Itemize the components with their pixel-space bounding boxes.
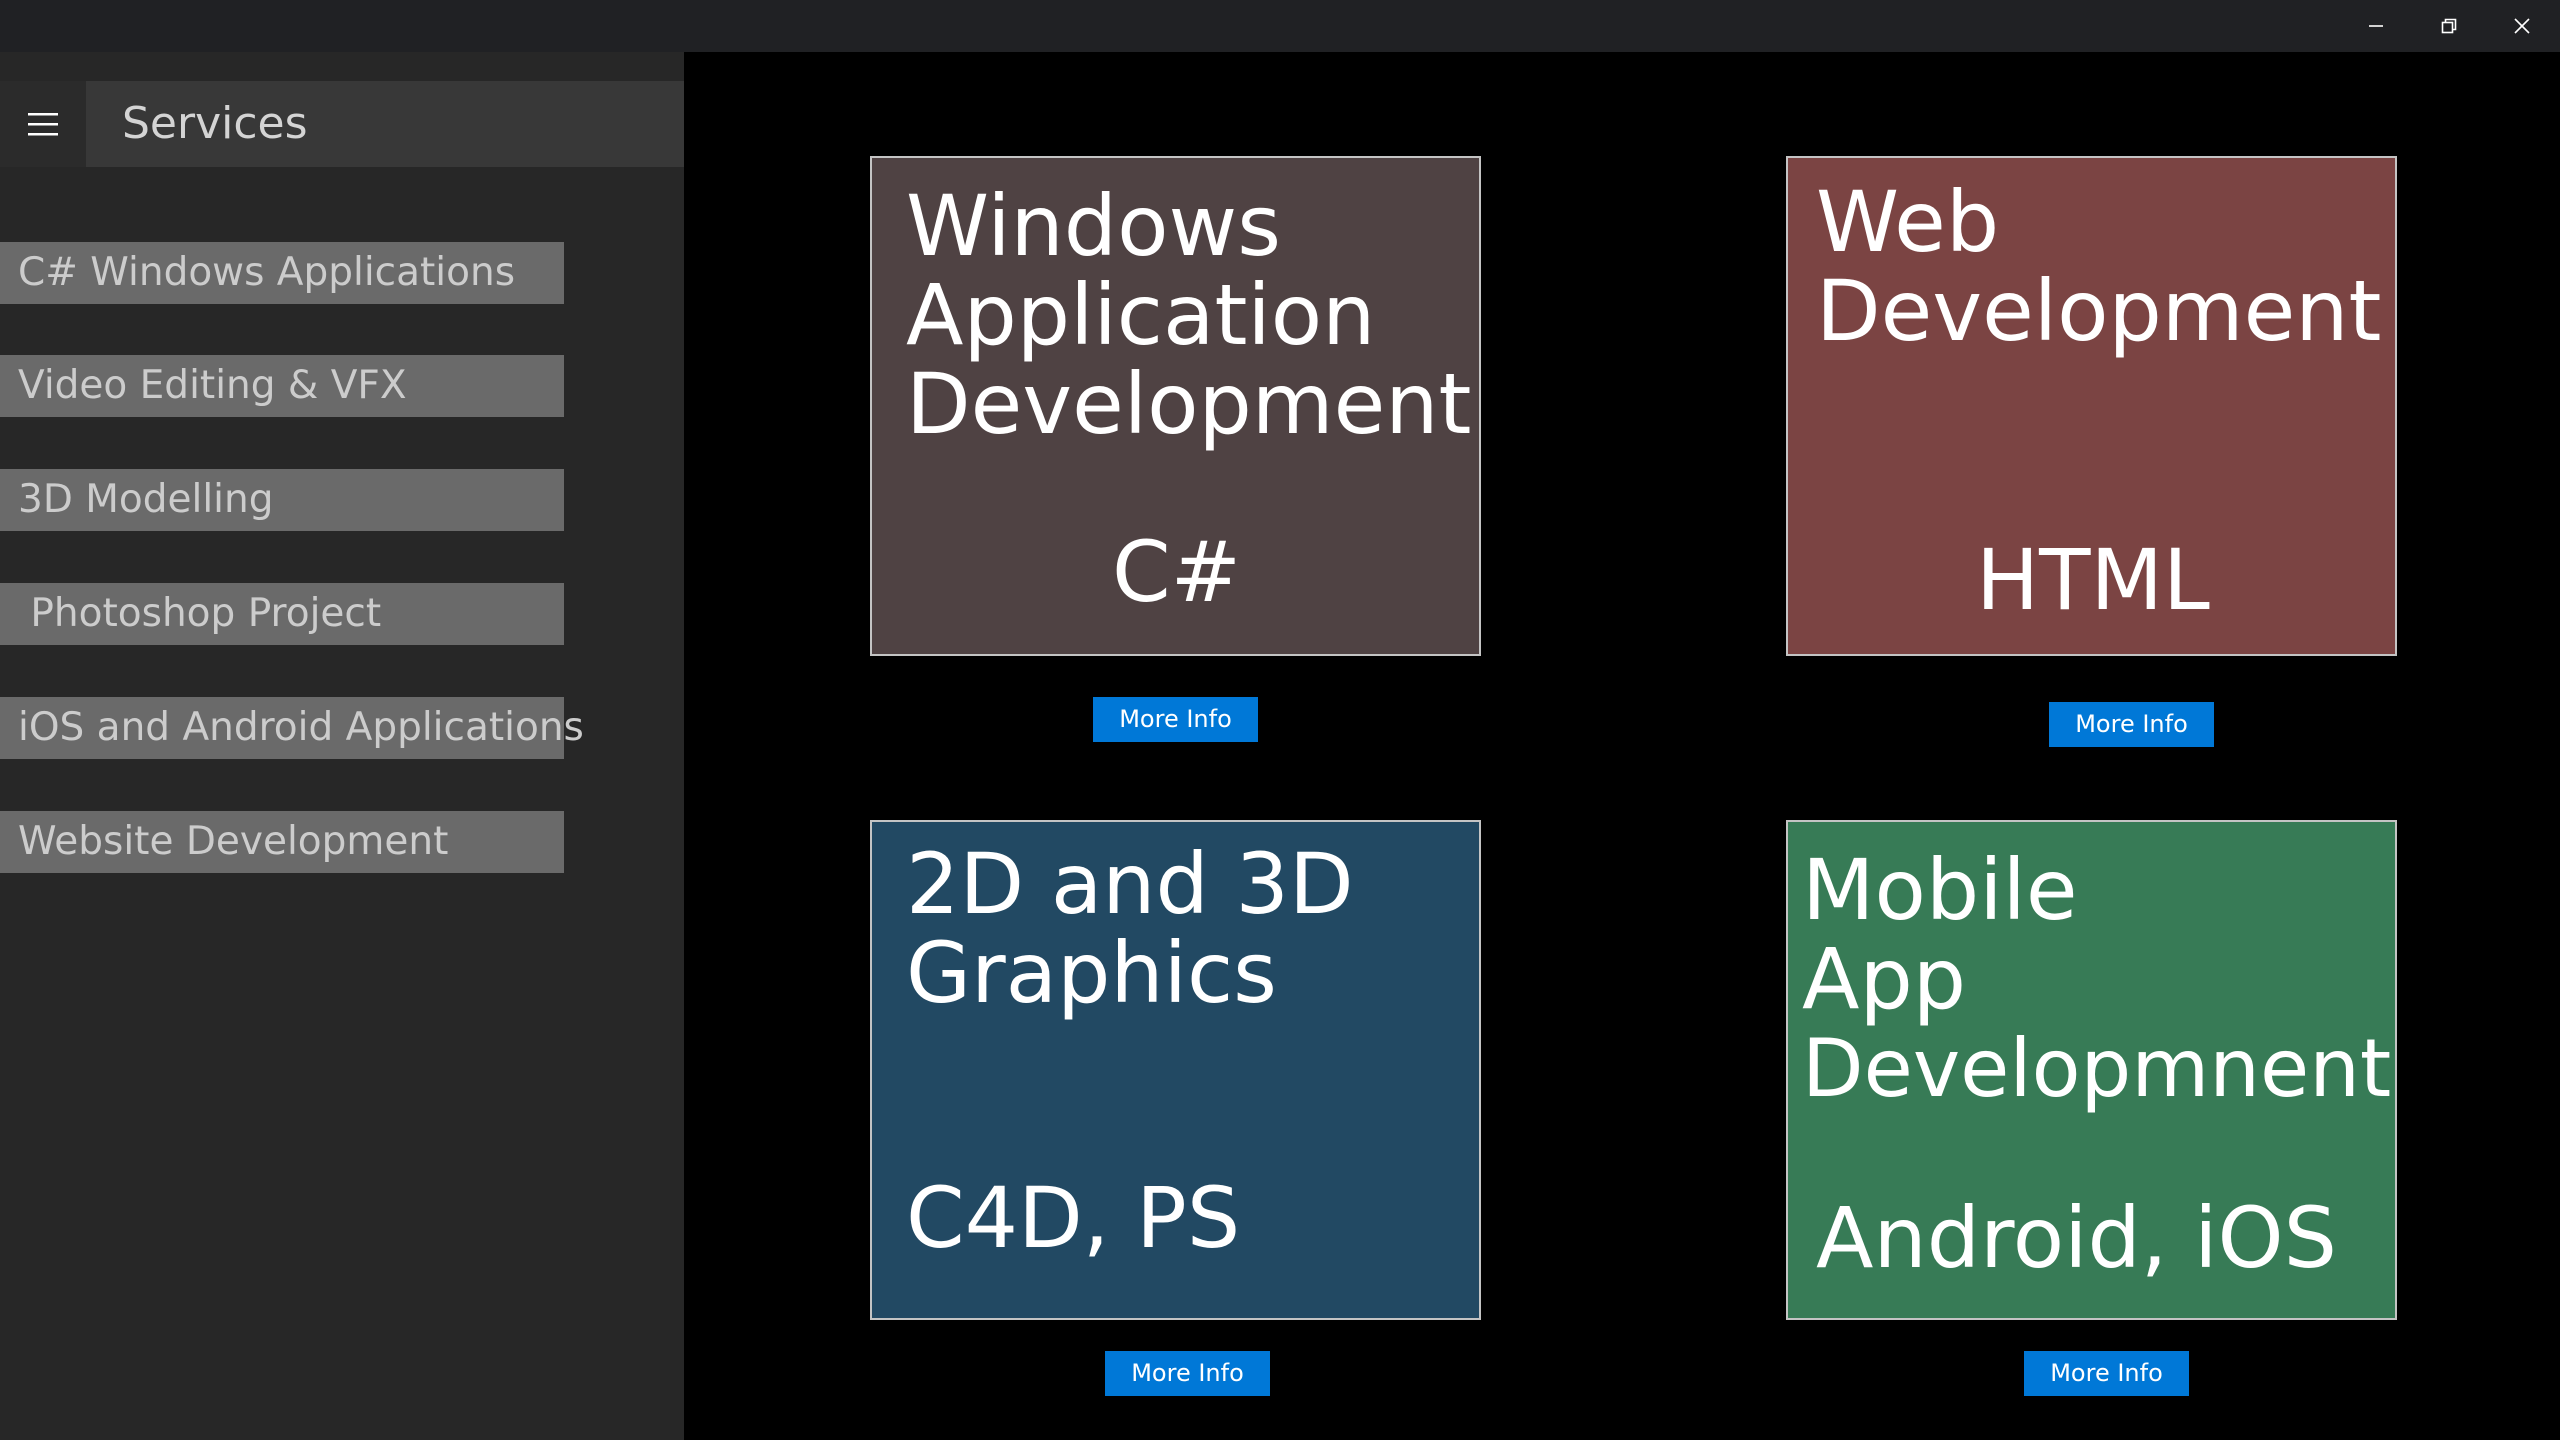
restore-button[interactable] [2412, 0, 2485, 52]
tile-title: Windows Application Development [906, 177, 1472, 453]
tile-title: Web Development [1816, 173, 2382, 360]
minimize-icon [2368, 25, 2383, 27]
minimize-button[interactable] [2339, 0, 2412, 52]
sidebar-item-video-editing-vfx[interactable]: Video Editing & VFX [0, 355, 564, 417]
sidebar-item-website-development[interactable]: Website Development [0, 811, 564, 873]
sidebar-item-3d-modelling[interactable]: 3D Modelling [0, 469, 564, 531]
window-titlebar [0, 0, 2560, 52]
service-tile-graphics: 2D and 3D Graphics C4D, PS [870, 820, 1481, 1320]
tile-subtitle: Android, iOS [1816, 1189, 2337, 1287]
sidebar-item-ios-android-applications[interactable]: iOS and Android Applications [0, 697, 584, 759]
service-tile-web: Web Development HTML [1786, 156, 2397, 656]
sidebar: Services C# Windows Applications Video E… [0, 52, 684, 1440]
tile-subtitle: C4D, PS [906, 1169, 1241, 1267]
service-tile-windows: Windows Application Development C# [870, 156, 1481, 656]
tile-title: Mobile App Developmnent [1802, 841, 2392, 1115]
restore-icon [2441, 18, 2456, 34]
hamburger-menu-button[interactable] [0, 81, 86, 167]
close-button[interactable] [2485, 0, 2558, 52]
more-info-button-web[interactable]: More Info [2049, 702, 2214, 747]
sidebar-item-photoshop-project[interactable]: Photoshop Project [0, 583, 564, 645]
tile-subtitle: C# [1112, 523, 1242, 621]
sidebar-item-csharp-windows-applications[interactable]: C# Windows Applications [0, 242, 564, 304]
more-info-button-windows[interactable]: More Info [1093, 697, 1258, 742]
sidebar-header: Services [0, 81, 684, 167]
more-info-button-graphics[interactable]: More Info [1105, 1351, 1270, 1396]
tile-subtitle: HTML [1976, 531, 2210, 629]
more-info-button-mobile[interactable]: More Info [2024, 1351, 2189, 1396]
hamburger-icon [28, 113, 58, 136]
tile-title: 2D and 3D Graphics [906, 835, 1354, 1022]
close-icon [2513, 18, 2530, 34]
service-tile-mobile: Mobile App Developmnent Android, iOS [1786, 820, 2397, 1320]
page-title: Services [122, 98, 308, 149]
